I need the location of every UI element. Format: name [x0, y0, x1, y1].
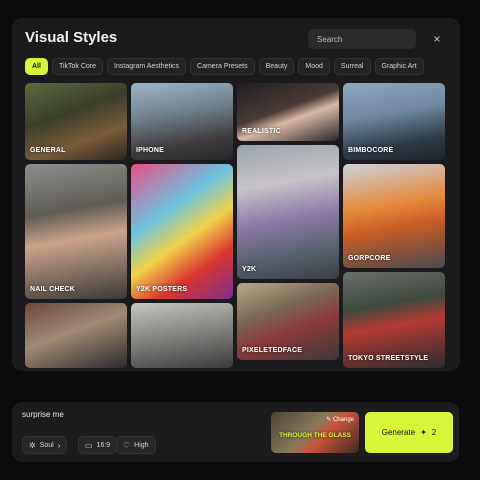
style-tile-label: Y2K — [242, 266, 257, 273]
style-tile-label: Y2K POSTERS — [136, 286, 188, 293]
style-tile[interactable] — [131, 303, 233, 368]
style-tile-gorpcore[interactable]: GORPCORE — [343, 164, 445, 268]
style-tile-label: IPHONE — [136, 147, 165, 154]
generate-button[interactable]: Generate ✦ 2 — [365, 412, 453, 453]
style-tile-pixeletedface[interactable]: PIXELETEDFACE — [237, 283, 339, 360]
style-tile-realistic[interactable]: REALISTIC — [237, 83, 339, 141]
style-tile-label: REALISTIC — [242, 128, 281, 135]
style-tile-label: NAIL CHECK — [30, 286, 76, 293]
selected-style-card[interactable]: ✎ Change THROUGH THE GLASS — [271, 412, 359, 453]
style-tile-label: BIMBOCORE — [348, 147, 394, 154]
category-chip-mood[interactable]: Mood — [298, 58, 330, 75]
category-filter-bar: All TikTok Core Instagram Aesthetics Cam… — [25, 58, 424, 75]
change-style-link[interactable]: ✎ Change — [326, 416, 354, 423]
prompt-input[interactable]: surprise me — [22, 410, 64, 419]
category-chip-beauty[interactable]: Beauty — [258, 58, 295, 75]
aspect-ratio-selector[interactable]: ▭ 16:9 — [78, 436, 118, 454]
quality-selector[interactable]: ♡ High — [116, 436, 156, 454]
aspect-ratio-label: 16:9 — [96, 441, 111, 449]
style-tile-label: GENERAL — [30, 147, 66, 154]
prompt-composer: surprise me ✲ Soul › ▭ 16:9 ♡ High ✎ Cha… — [12, 402, 459, 462]
category-chip-all[interactable]: All — [25, 58, 48, 75]
close-icon[interactable]: × — [430, 29, 444, 49]
style-tile-nail-check[interactable]: NAIL CHECK — [25, 164, 127, 299]
model-selector[interactable]: ✲ Soul › — [22, 436, 68, 454]
visual-styles-modal: Visual Styles × All TikTok Core Instagra… — [12, 18, 460, 371]
heart-icon: ♡ — [123, 440, 131, 450]
style-tile-label: TOKYO STREETSTYLE — [348, 355, 429, 362]
sparkle-icon: ✦ — [420, 428, 427, 437]
pencil-icon: ✎ — [326, 417, 332, 423]
style-tile-tokyo-streetstyle[interactable]: TOKYO STREETSTYLE — [343, 272, 445, 368]
category-chip-graphic-art[interactable]: Graphic Art — [374, 58, 424, 75]
sparkle-icon: ✲ — [29, 440, 36, 450]
category-chip-tiktok-core[interactable]: TikTok Core — [51, 58, 104, 75]
generate-cost: 2 — [431, 428, 437, 437]
quality-label: High — [134, 441, 149, 449]
style-tile-y2k-posters[interactable]: Y2K POSTERS — [131, 164, 233, 299]
generate-label: Generate — [381, 428, 416, 437]
category-chip-surreal[interactable]: Surreal — [333, 58, 371, 75]
style-tile-general[interactable]: GENERAL — [25, 83, 127, 160]
style-tile[interactable] — [25, 303, 127, 368]
category-chip-instagram-aesthetics[interactable]: Instagram Aesthetics — [107, 58, 187, 75]
category-chip-camera-presets[interactable]: Camera Presets — [190, 58, 255, 75]
style-tile-label: GORPCORE — [348, 255, 391, 262]
style-tile-label: PIXELETEDFACE — [242, 347, 303, 354]
modal-title: Visual Styles — [25, 29, 118, 46]
aspect-ratio-icon: ▭ — [85, 440, 93, 450]
style-tile-bimbocore[interactable]: BIMBOCORE — [343, 83, 445, 160]
style-tile-iphone[interactable]: IPHONE — [131, 83, 233, 160]
style-grid: GENERAL NAIL CHECK IPHONE Y2K POSTERS RE… — [25, 83, 445, 368]
style-tile-y2k[interactable]: Y2K — [237, 145, 339, 279]
chevron-right-icon: › — [57, 440, 61, 450]
model-label: Soul — [39, 441, 54, 449]
selected-style-name: THROUGH THE GLASS — [279, 432, 351, 439]
change-label: Change — [332, 417, 354, 423]
search-input[interactable] — [308, 29, 416, 49]
